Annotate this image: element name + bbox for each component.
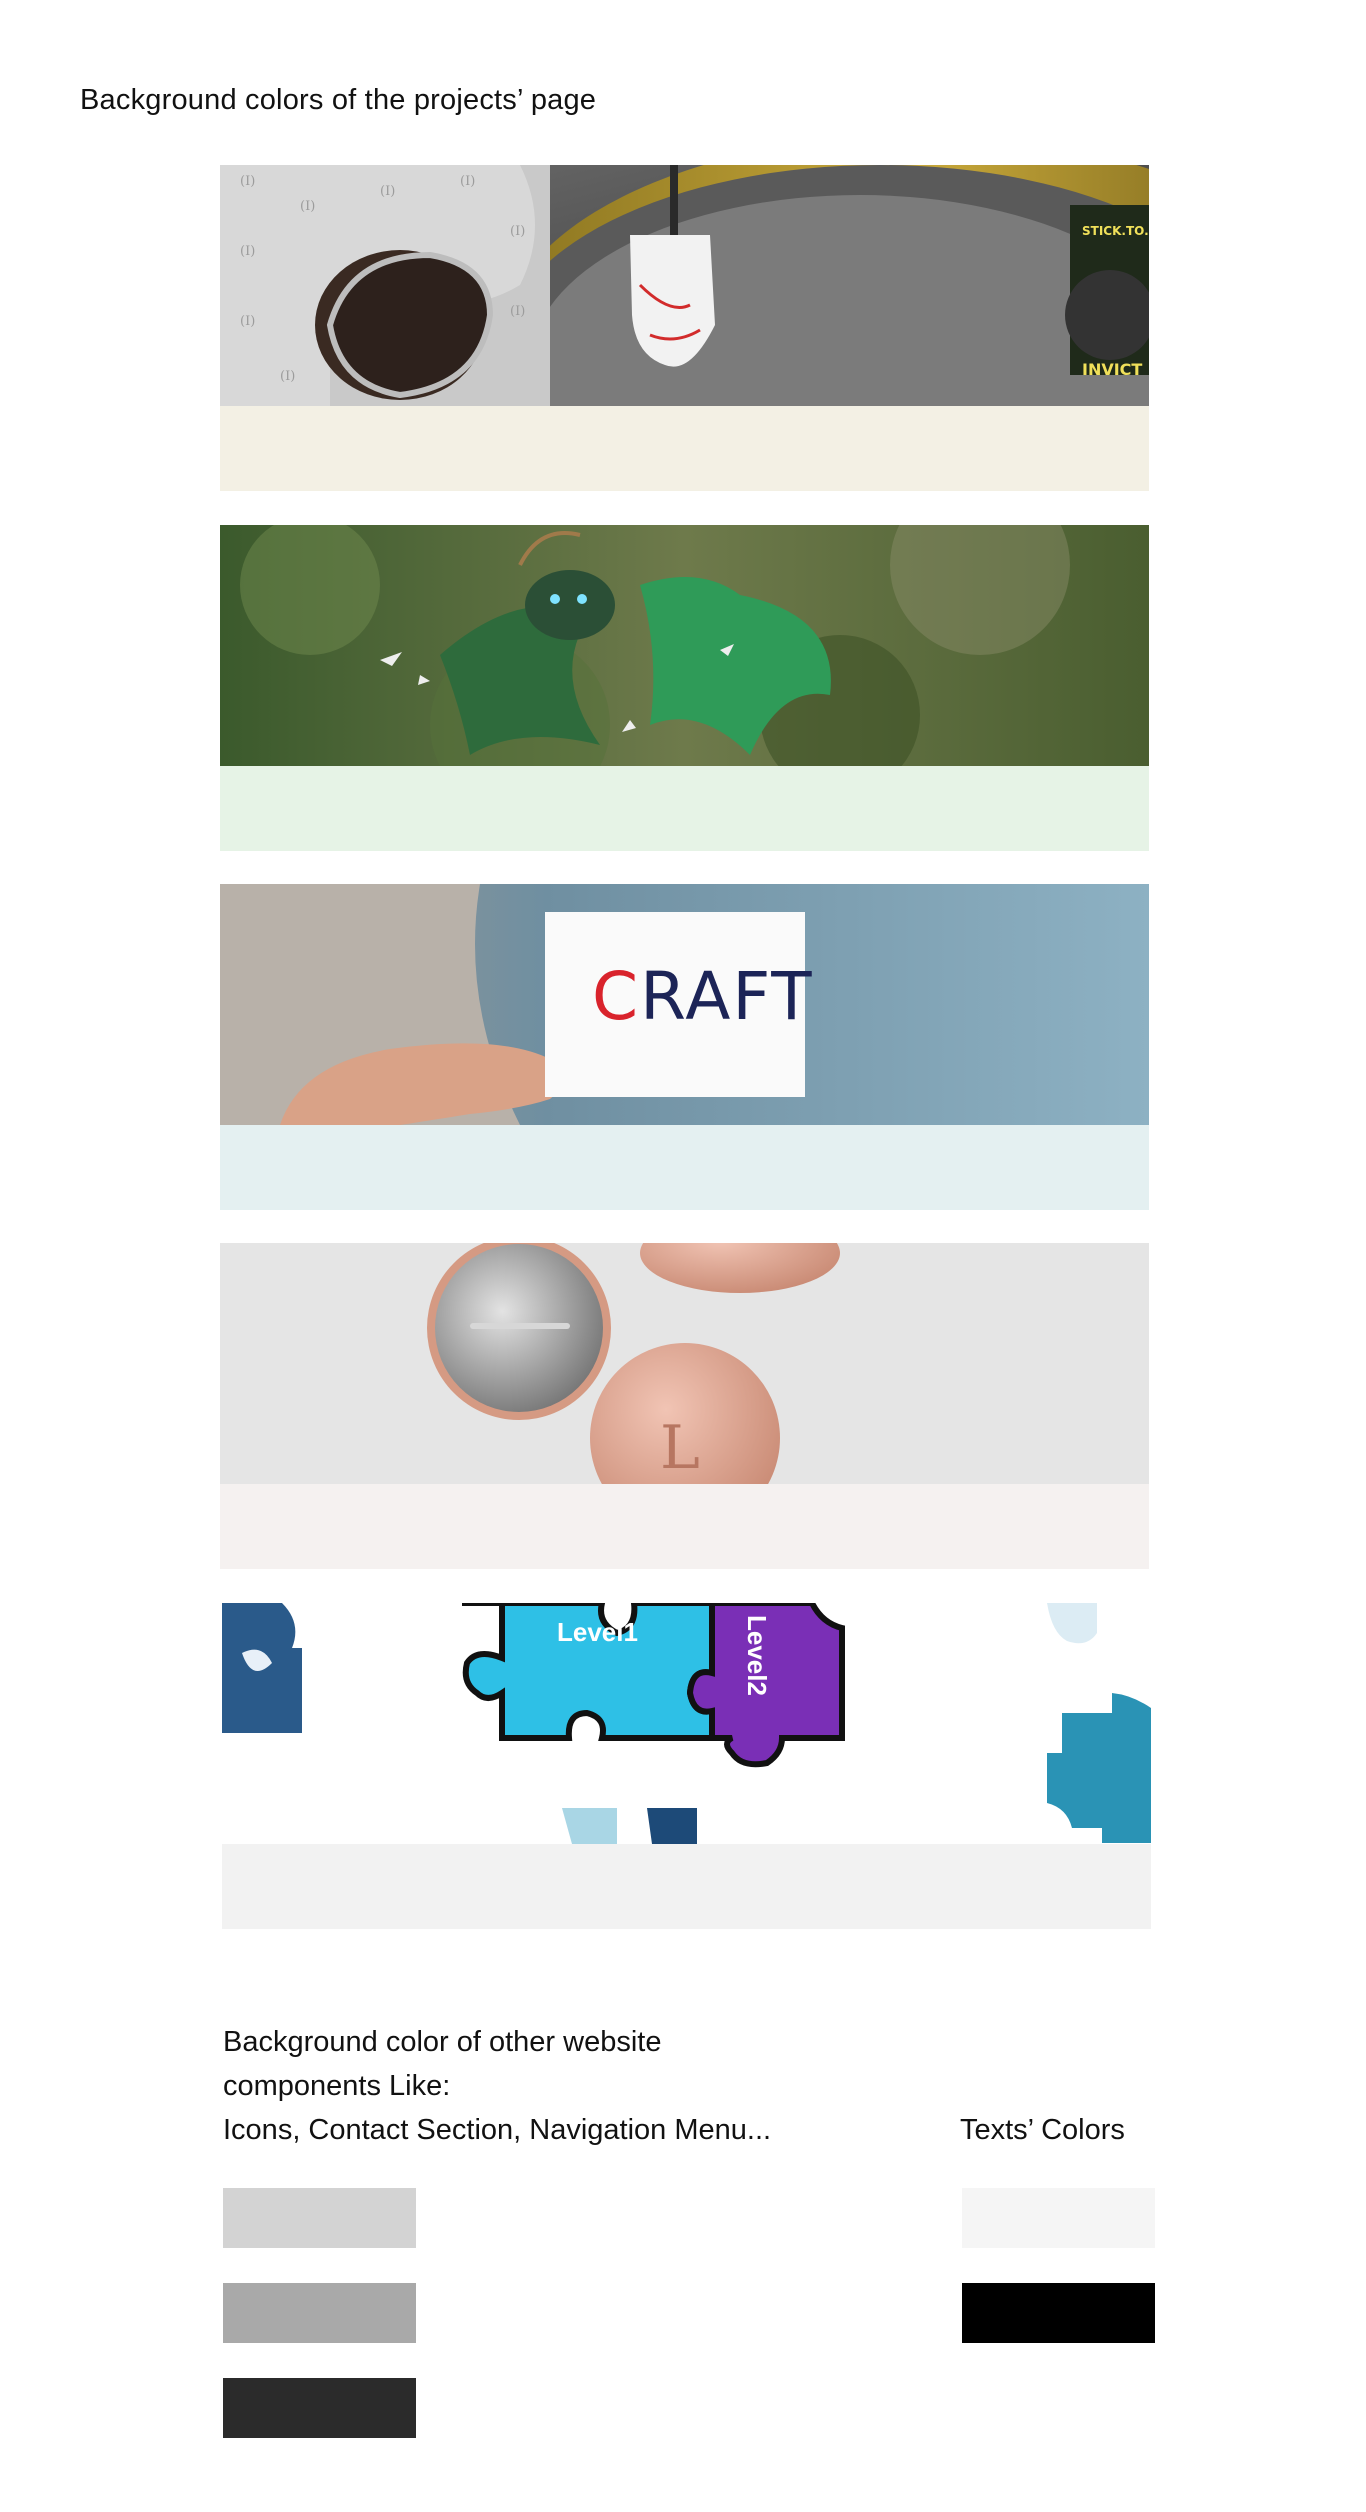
svg-text:(I): (I) <box>300 199 315 214</box>
puzzle-label-level1: Level1 <box>557 1617 638 1647</box>
component-color-mid-gray <box>223 2283 416 2343</box>
svg-text:(I): (I) <box>510 224 525 239</box>
project-craft: CRAFT <box>220 884 1149 1210</box>
texts-colors-heading: Texts’ Colors <box>960 2114 1125 2146</box>
svg-text:STICK.TO.: STICK.TO. <box>1082 224 1149 238</box>
svg-text:(I): (I) <box>460 174 475 189</box>
svg-text:(I): (I) <box>510 304 525 319</box>
project-badges-photo: L <box>220 1243 1149 1484</box>
craft-card-logo: CRAFT <box>592 964 814 1030</box>
component-color-dark-gray <box>223 2378 416 2438</box>
svg-text:(I): (I) <box>380 184 395 199</box>
project-levels-bg-swatch <box>222 1844 1151 1929</box>
craft-logo-rest: RAFT <box>640 958 814 1035</box>
project-levels: Level1 Level2 <box>222 1603 1151 1929</box>
project-dragon-bg-swatch <box>220 766 1149 851</box>
other-components-line-1: Background color of other website <box>223 2026 662 2058</box>
component-color-light-gray <box>223 2188 416 2248</box>
project-badges: L <box>220 1243 1149 1569</box>
svg-text:(I): (I) <box>240 314 255 329</box>
project-badges-bg-swatch <box>220 1484 1149 1569</box>
svg-text:(I): (I) <box>280 369 295 384</box>
project-levels-photo: Level1 Level2 <box>222 1603 1151 1844</box>
project-dragon-photo <box>220 525 1149 766</box>
glove-icon: (I)(I)(I) (I)(I)(I) (I)(I)(I) STICK.TO. … <box>220 165 1149 406</box>
project-invictus: (I) (I) (I) (I) (I) (I) (I) (I) (I) STICK.TO. … <box>220 165 1149 491</box>
project-craft-photo: CRAFT <box>220 884 1149 1125</box>
svg-text:(I): (I) <box>240 174 255 189</box>
puzzle-icon <box>222 1603 1151 1844</box>
svg-text:INVICT: INVICT <box>1082 360 1142 379</box>
project-invictus-photo: (I) (I) (I) (I) (I) (I) (I) (I) (I) STICK.TO. … <box>220 165 1149 406</box>
craft-logo-c: C <box>592 958 641 1035</box>
project-invictus-bg-swatch <box>220 406 1149 491</box>
svg-text:L: L <box>660 1413 700 1483</box>
page-heading: Background colors of the projects’ page <box>80 84 597 116</box>
puzzle-label-level2: Level2 <box>742 1615 772 1696</box>
project-craft-bg-swatch <box>220 1125 1149 1210</box>
svg-text:(I): (I) <box>240 244 255 259</box>
text-color-black <box>962 2283 1155 2343</box>
other-components-line-2: components Like: <box>223 2070 451 2102</box>
project-dragon <box>220 525 1149 851</box>
other-components-heading: Background color of other website compon… <box>223 2020 843 2152</box>
text-color-off-white <box>962 2188 1155 2248</box>
other-components-line-3: Icons, Contact Section, Navigation Menu.… <box>223 2114 772 2146</box>
pin-badge-icon: L <box>220 1243 1149 1484</box>
dragon-icon <box>220 525 1149 766</box>
